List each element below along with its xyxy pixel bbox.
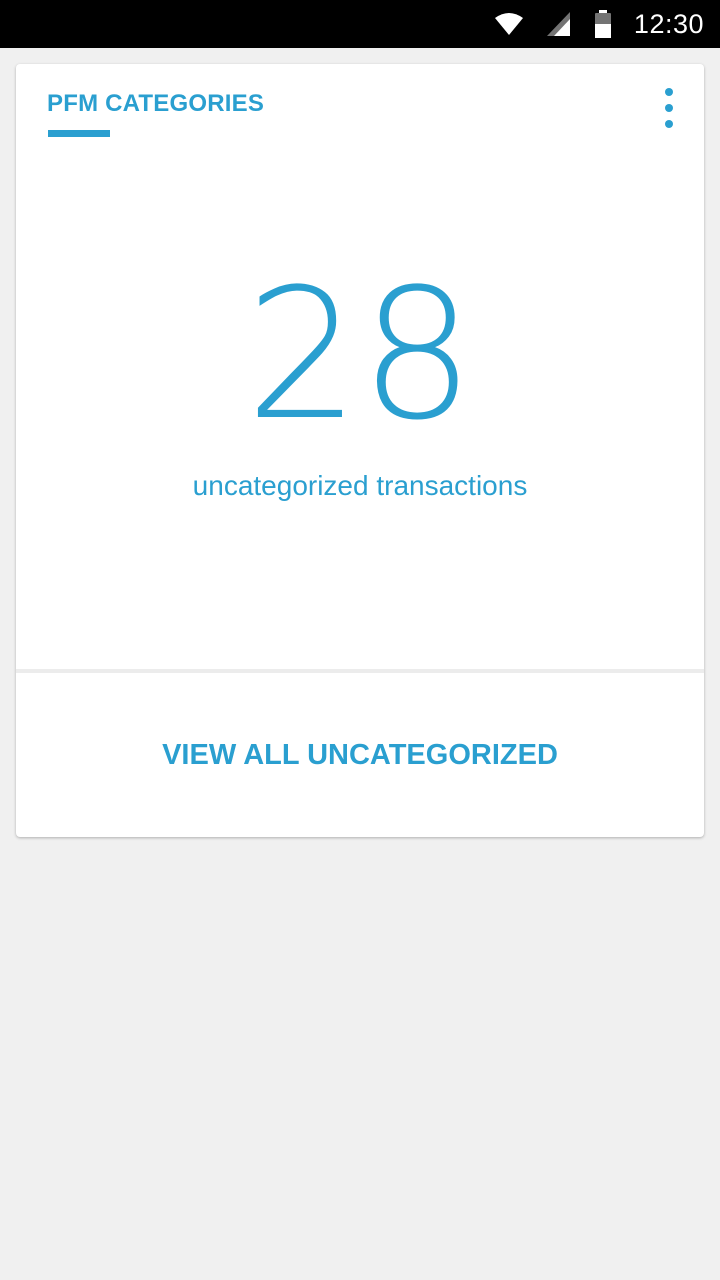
more-vertical-icon (665, 88, 673, 96)
more-options-button[interactable] (654, 84, 684, 132)
status-bar: 12:30 (0, 0, 720, 48)
battery-icon (594, 10, 612, 38)
view-all-label: VIEW ALL UNCATEGORIZED (162, 738, 558, 771)
wifi-icon (494, 12, 524, 36)
cell-signal-icon (546, 11, 572, 37)
title-underline (48, 130, 110, 137)
view-all-uncategorized-button[interactable]: VIEW ALL UNCATEGORIZED (16, 673, 704, 837)
uncategorized-count: 28 (245, 251, 475, 460)
uncategorized-count-label: uncategorized transactions (192, 470, 528, 501)
more-dot (665, 120, 673, 128)
status-icons: 12:30 (494, 0, 704, 48)
status-time: 12:30 (633, 8, 704, 39)
more-dot (665, 104, 673, 112)
card-title: PFM CATEGORIES (47, 90, 265, 117)
pfm-categories-card: PFM CATEGORIES 28 uncategorized transact… (16, 64, 704, 837)
